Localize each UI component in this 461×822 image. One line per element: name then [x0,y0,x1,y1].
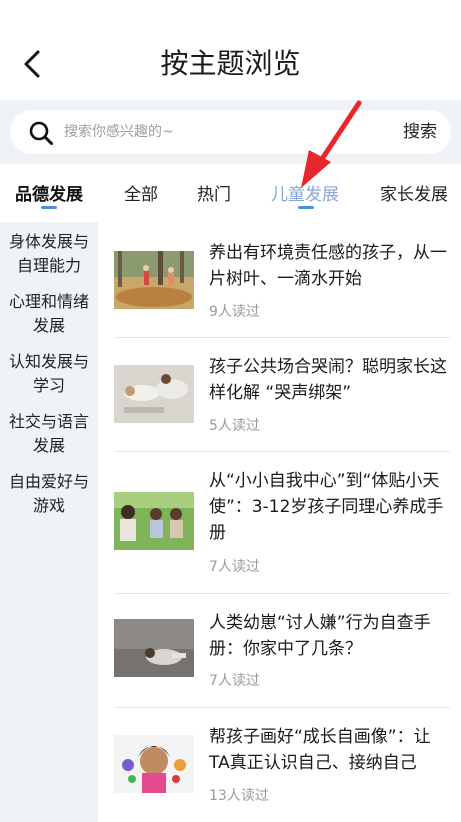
article-thumbnail [114,251,194,309]
article-item[interactable]: 孩子公共场合哭闹？聪明家长这样化解 “哭声绑架” 5人读过 [98,338,461,452]
article-thumbnail [114,492,194,550]
article-title: 养出有环境责任感的孩子，从一片树叶、一滴水开始 [209,243,447,289]
sidebar-item-cognitive[interactable]: 认知发展与 学习 [0,350,98,398]
article-read-count: 9人读过 [209,304,260,320]
article-title: 从“小小自我中心”到“体贴小天使”：3-12岁孩子同理心养成手册 [209,471,444,543]
article-title: 孩子公共场合哭闹？聪明家长这样化解 “哭声绑架” [209,357,447,403]
search-strip: 搜索 [0,100,461,164]
sidebar-item-label: 社交与语言 [8,412,89,431]
search-icon [29,121,53,145]
tab-child-development[interactable]: 儿童发展 [271,180,339,205]
article-item[interactable]: 人类幼崽“讨人嫌”行为自查手册：你家中了几条？ 7人读过 [98,594,461,708]
sidebar-item-social[interactable]: 社交与语言 发展 [0,410,98,458]
article-thumbnail [114,619,194,677]
article-read-count: 5人读过 [209,418,260,434]
active-tab-indicator [298,206,314,209]
tabs-row: 品德发展 全部 热门 儿童发展 家长发展 [0,164,461,222]
primary-category-indicator [41,206,57,209]
sidebar-item-label: 自由爱好与 [8,472,89,491]
article-title: 人类幼崽“讨人嫌”行为自查手册：你家中了几条？ [209,613,431,659]
article-item[interactable]: 帮孩子画好“成长自画像”：让TA真正认识自己、接纳自己 13人读过 [98,708,461,822]
article-item[interactable]: 养出有环境责任感的孩子，从一片树叶、一滴水开始 9人读过 [98,222,461,338]
page-title: 按主题浏览 [160,47,301,80]
tab-hot[interactable]: 热门 [197,180,231,205]
article-thumbnail [114,365,194,423]
sidebar-item-label: 发展 [32,316,65,335]
sidebar-item-label: 自理能力 [16,256,81,275]
sidebar: 身体发展与 自理能力 心理和情绪 发展 认知发展与 学习 社交与语言 发展 自由… [0,222,98,822]
sidebar-item-label: 学习 [32,376,65,395]
search-box[interactable]: 搜索 [10,110,451,154]
article-read-count: 7人读过 [209,559,260,575]
tab-all[interactable]: 全部 [124,180,158,205]
article-read-count: 7人读过 [209,673,260,689]
sidebar-item-label: 认知发展与 [8,352,89,371]
tab-parent-development[interactable]: 家长发展 [380,180,448,205]
primary-category-label: 品德发展 [15,185,83,205]
article-item[interactable]: 从“小小自我中心”到“体贴小天使”：3-12岁孩子同理心养成手册 7人读过 [98,452,461,594]
search-input[interactable] [64,110,364,154]
app-header: 按主题浏览 [0,0,461,100]
sidebar-item-label: 发展 [32,436,65,455]
search-button[interactable]: 搜索 [403,110,437,154]
article-thumbnail [114,735,194,793]
primary-category-tab[interactable]: 品德发展 [0,164,98,222]
sidebar-item-emotional[interactable]: 心理和情绪 发展 [0,290,98,338]
sidebar-item-physical[interactable]: 身体发展与 自理能力 [0,230,98,278]
article-read-count: 13人读过 [209,788,269,804]
sidebar-item-label: 身体发展与 [8,232,89,251]
sidebar-item-hobbies[interactable]: 自由爱好与 游戏 [0,470,98,518]
sidebar-item-label: 心理和情绪 [8,292,89,311]
article-list: 养出有环境责任感的孩子，从一片树叶、一滴水开始 9人读过 孩子公共场合哭闹？聪明… [98,222,461,822]
sidebar-item-label: 游戏 [32,496,65,515]
article-title: 帮孩子画好“成长自画像”：让TA真正认识自己、接纳自己 [209,727,431,773]
